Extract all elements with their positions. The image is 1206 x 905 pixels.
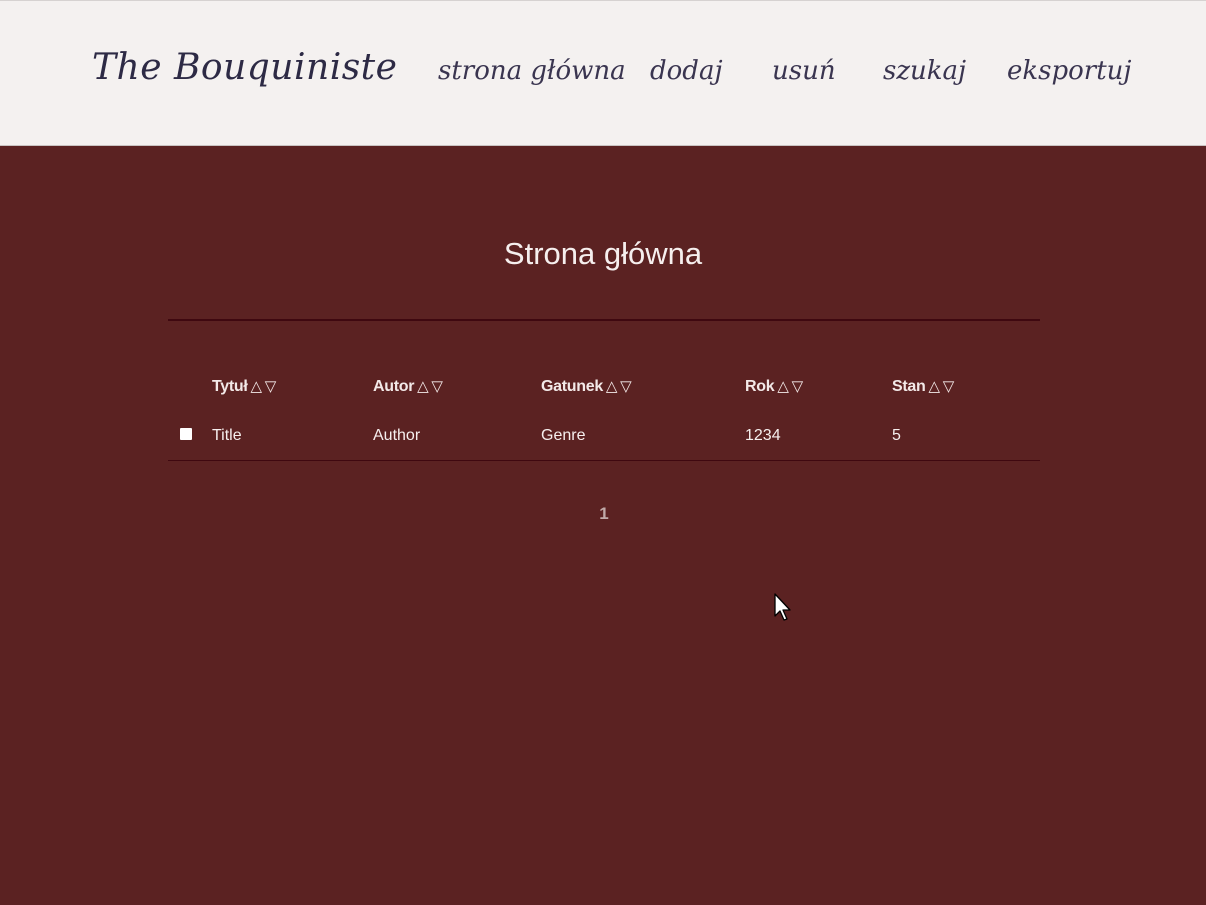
nav-home[interactable]: strona główna — [438, 56, 626, 86]
nav-remove[interactable]: usuń — [772, 56, 836, 86]
column-header-year: Rok △ ▽ — [745, 377, 803, 396]
column-header-label: Stan — [892, 378, 926, 395]
sort-descending-icon[interactable]: ▽ — [792, 377, 804, 395]
column-header-label: Rok — [745, 378, 775, 395]
column-header-genre: Gatunek △ ▽ — [541, 377, 632, 396]
sort-ascending-icon[interactable]: △ — [928, 377, 940, 395]
cell-state: 5 — [892, 427, 901, 444]
sort-descending-icon[interactable]: ▽ — [265, 377, 277, 395]
table-row-divider — [168, 460, 1040, 461]
pagination-page-1[interactable]: 1 — [596, 504, 612, 524]
sort-ascending-icon[interactable]: △ — [606, 377, 618, 395]
column-header-label: Tytuł — [212, 378, 248, 395]
column-header-title: Tytuł △ ▽ — [212, 377, 276, 396]
sort-ascending-icon[interactable]: △ — [777, 377, 789, 395]
title-divider — [168, 319, 1040, 321]
nav-add[interactable]: dodaj — [650, 56, 723, 86]
nav-export[interactable]: eksportuj — [1007, 56, 1131, 86]
sort-descending-icon[interactable]: ▽ — [620, 377, 632, 395]
cell-author: Author — [373, 427, 421, 444]
column-header-label: Autor — [373, 378, 415, 395]
page-title: Strona główna — [503, 236, 703, 271]
nav-search[interactable]: szukaj — [883, 56, 966, 86]
column-header-author: Autor △ ▽ — [373, 377, 443, 396]
sort-descending-icon[interactable]: ▽ — [943, 377, 955, 395]
row-checkbox[interactable] — [180, 428, 192, 440]
site-header: The Bouquiniste strona główna dodaj usuń… — [0, 0, 1206, 146]
column-header-label: Gatunek — [541, 378, 603, 395]
cell-year: 1234 — [745, 427, 781, 444]
cell-genre: Genre — [541, 427, 586, 444]
cell-title: Title — [212, 427, 242, 444]
site-logo[interactable]: The Bouquiniste — [92, 47, 397, 88]
sort-descending-icon[interactable]: ▽ — [431, 377, 443, 395]
column-header-state: Stan △ ▽ — [892, 377, 954, 396]
sort-ascending-icon[interactable]: △ — [417, 377, 429, 395]
sort-ascending-icon[interactable]: △ — [251, 377, 263, 395]
mouse-pointer-icon — [774, 593, 791, 621]
